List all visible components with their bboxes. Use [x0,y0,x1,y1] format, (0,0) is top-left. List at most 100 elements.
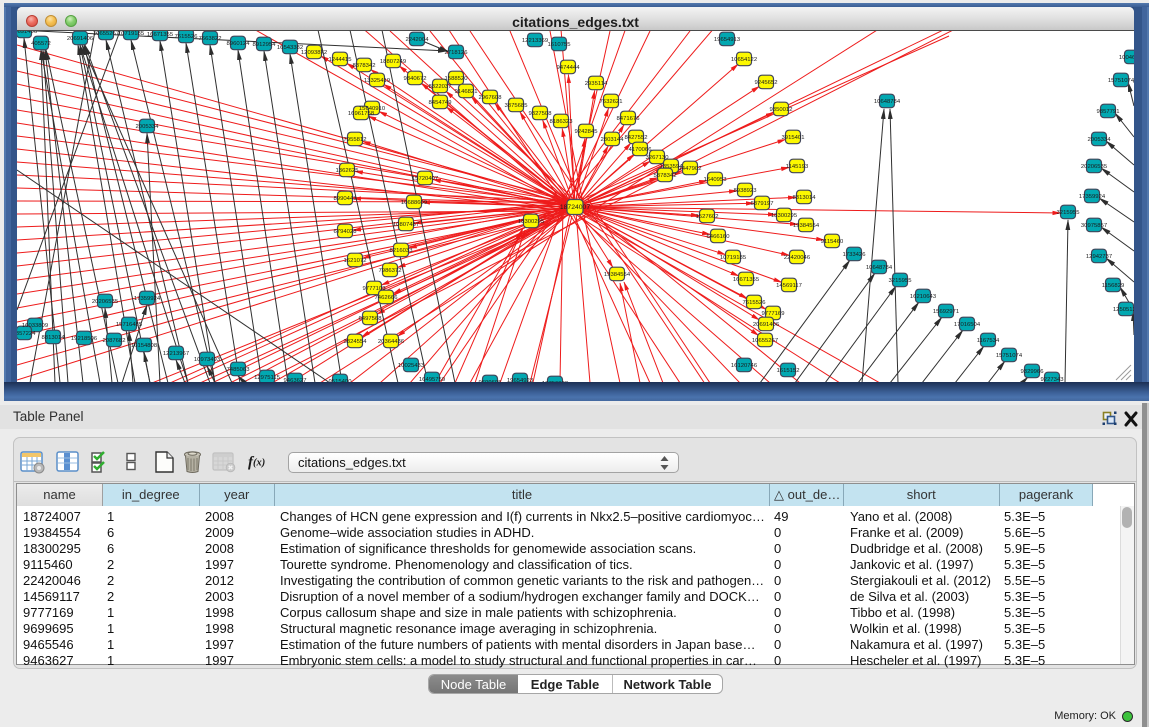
svg-text:8938923: 8938923 [734,188,758,194]
svg-text:10648784: 10648784 [866,265,893,271]
svg-text:7663822: 7663822 [199,36,222,42]
svg-text:20206535: 20206535 [1081,164,1108,170]
svg-text:9515400: 9515400 [329,379,353,382]
svg-text:22420046: 22420046 [784,255,811,261]
svg-text:16120746: 16120746 [731,363,758,369]
svg-text:16210643: 16210643 [910,294,937,300]
svg-text:13325419: 13325419 [364,78,390,84]
svg-text:1156829: 1156829 [1102,283,1125,289]
svg-text:(x): (x) [253,458,265,469]
svg-text:20691406: 20691406 [753,322,780,328]
svg-text:6879197: 6879197 [751,201,774,207]
svg-text:8322037: 8322037 [429,84,452,90]
svg-text:3215955: 3215955 [889,278,913,284]
svg-text:9777109: 9777109 [363,286,386,292]
svg-text:7462666: 7462666 [375,295,399,301]
svg-text:3215955: 3215955 [1057,210,1081,216]
svg-text:7485063: 7485063 [227,367,251,373]
svg-text:10655267: 10655267 [752,338,778,344]
svg-text:3267130: 3267130 [646,155,670,161]
svg-text:9699695: 9699695 [479,380,503,382]
svg-text:12213369: 12213369 [522,38,548,44]
svg-text:9350012: 9350012 [770,107,793,113]
svg-text:7615526: 7615526 [743,300,767,306]
svg-text:9227343: 9227343 [1041,377,1065,382]
svg-text:20691406: 20691406 [67,36,94,42]
svg-text:2935114: 2935114 [585,81,608,87]
svg-text:5878342: 5878342 [654,173,677,179]
svg-text:9146821: 9146821 [455,89,478,95]
svg-text:12975115: 12975115 [254,375,280,381]
svg-text:15720407: 15720407 [412,176,438,182]
svg-text:12505135: 12505135 [1113,307,1134,313]
svg-text:2242004: 2242004 [406,37,430,43]
svg-text:20364436: 20364436 [378,339,405,345]
svg-text:16961758: 16961758 [348,111,375,117]
svg-text:18300295: 18300295 [771,213,798,219]
svg-text:2803144: 2803144 [601,137,625,143]
svg-text:1640953: 1640953 [704,177,728,183]
svg-text:8990443: 8990443 [334,196,358,202]
svg-text:14569117: 14569117 [776,283,802,289]
svg-text:6466160: 6466160 [707,234,731,240]
svg-text:12213967: 12213967 [163,351,189,357]
svg-text:16543382: 16543382 [277,45,303,51]
svg-text:8378342: 8378342 [353,63,376,69]
svg-text:18300295: 18300295 [518,219,545,225]
svg-text:10688609: 10688609 [401,200,427,206]
svg-text:12942737: 12942737 [1086,254,1112,260]
svg-text:2087682: 2087682 [103,338,126,344]
svg-text:2967608: 2967608 [479,95,503,101]
svg-text:10654122: 10654122 [731,57,757,63]
svg-text:10046738: 10046738 [1119,55,1134,61]
svg-text:2718126: 2718126 [445,50,469,56]
svg-text:19654913: 19654913 [714,37,741,43]
svg-text:12093872: 12093872 [301,50,327,56]
svg-text:9840672: 9840672 [404,76,427,82]
svg-text:9327508: 9327508 [529,111,553,117]
svg-text:6794028: 6794028 [334,229,358,235]
svg-text:16033809: 16033809 [22,323,48,329]
svg-text:4170066: 4170066 [629,147,653,153]
svg-text:405572: 405572 [31,41,51,47]
svg-text:10756928: 10756928 [542,381,569,382]
svg-text:1447902: 1447902 [679,166,702,172]
svg-text:19384554: 19384554 [604,272,631,278]
svg-text:19384554: 19384554 [793,223,820,229]
svg-text:10807487: 10807487 [393,222,419,228]
svg-text:9115460: 9115460 [821,239,844,245]
svg-text:9245652: 9245652 [755,80,778,86]
svg-text:1615152: 1615152 [777,368,800,374]
svg-text:16671355: 16671355 [147,32,174,38]
svg-text:1244415: 1244415 [329,57,353,63]
svg-text:1145193: 1145193 [786,164,809,170]
svg-text:18724007: 18724007 [560,204,590,211]
svg-text:17016504: 17016504 [954,322,981,328]
svg-text:3915401: 3915401 [782,135,805,141]
svg-text:16154808: 16154808 [131,343,158,349]
svg-text:7357224: 7357224 [17,331,36,337]
svg-text:19654923: 19654923 [507,378,534,382]
svg-text:6216033: 6216033 [390,248,414,254]
svg-text:8813014: 8813014 [42,335,66,341]
svg-text:8912954: 8912954 [253,42,277,48]
svg-text:10719185: 10719185 [720,255,747,261]
svg-text:7955812: 7955812 [344,137,367,143]
svg-text:6497568: 6497568 [359,316,383,322]
svg-text:8186323: 8186323 [550,119,574,125]
svg-text:7986372: 7986372 [379,268,402,274]
svg-text:1527602: 1527602 [696,214,719,220]
svg-text:3875685: 3875685 [505,103,529,109]
svg-text:30975857: 30975857 [1081,223,1107,229]
svg-text:9242845: 9242845 [575,129,599,135]
svg-text:9329966: 9329966 [1021,369,1045,375]
svg-text:15751074: 15751074 [996,353,1023,359]
svg-text:20691406: 20691406 [17,31,38,35]
svg-text:16495759: 16495759 [419,377,445,382]
svg-text:17359924: 17359924 [1079,194,1106,200]
svg-text:18807249: 18807249 [380,59,406,65]
svg-text:9463627: 9463627 [284,378,307,382]
svg-text:2005334: 2005334 [136,124,160,130]
svg-text:1362625: 1362625 [336,168,360,174]
svg-text:16671355: 16671355 [733,277,760,283]
